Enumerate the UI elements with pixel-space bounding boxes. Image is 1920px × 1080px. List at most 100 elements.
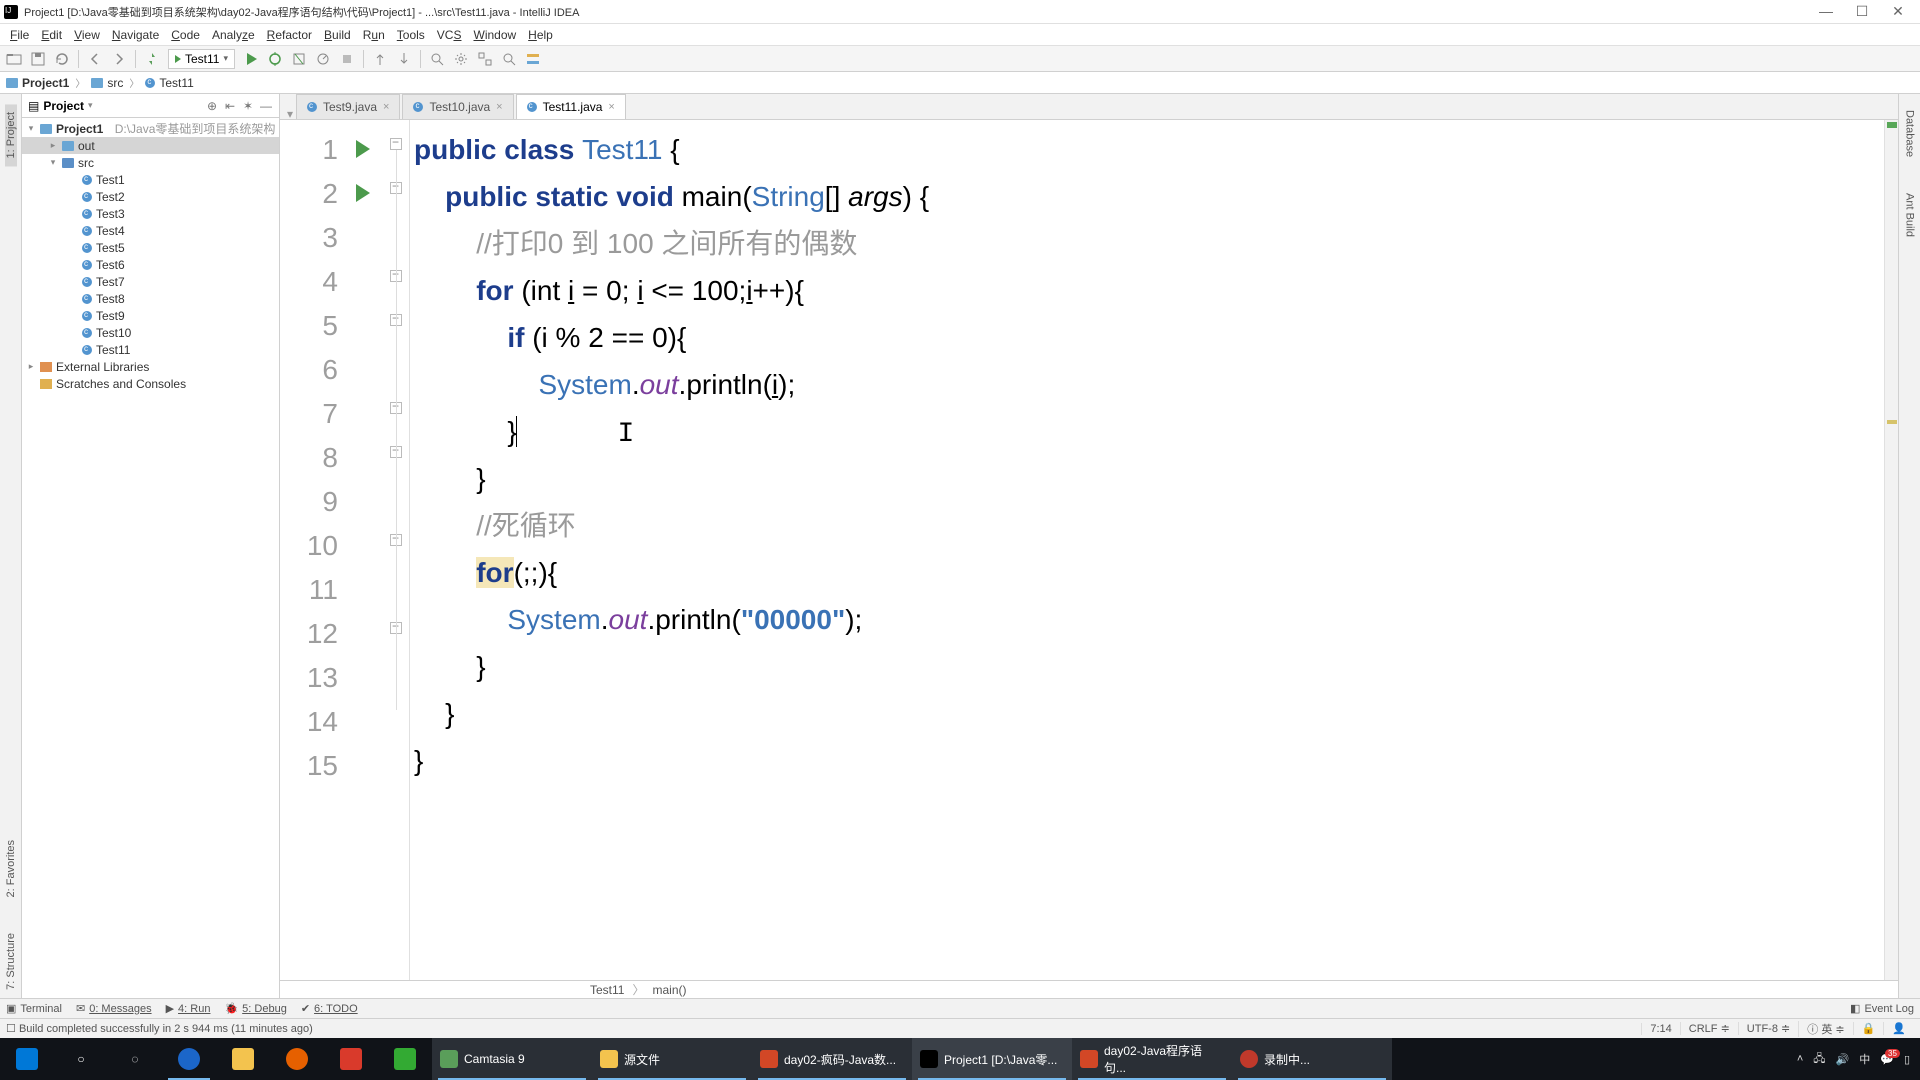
misc-button[interactable] — [378, 1038, 432, 1080]
code-editor[interactable]: 123456789101112131415 public class Test1… — [280, 120, 1898, 980]
caret-position[interactable]: 7:14 — [1641, 1023, 1679, 1035]
tree-root[interactable]: ▾Project1 D:\Java零基础到项目系统架构 — [22, 120, 279, 137]
start-button[interactable] — [0, 1038, 54, 1080]
tab-database[interactable]: Database — [1904, 102, 1916, 165]
error-stripe[interactable] — [1884, 120, 1898, 980]
close-icon[interactable]: × — [383, 101, 389, 113]
tree-file[interactable]: Test5 — [22, 239, 279, 256]
tw-messages[interactable]: ✉ 0: Messages — [76, 1002, 152, 1015]
forward-icon[interactable] — [111, 51, 127, 67]
tab-test11[interactable]: Test11.java× — [516, 94, 626, 119]
gear-icon[interactable]: ✶ — [241, 99, 255, 113]
menu-run[interactable]: Run — [357, 26, 391, 44]
more-icon[interactable] — [525, 51, 541, 67]
line-ending[interactable]: CRLF ≑ — [1680, 1022, 1738, 1035]
edge-button[interactable] — [162, 1038, 216, 1080]
menu-help[interactable]: Help — [522, 26, 559, 44]
task-ppt[interactable]: day02-疯码-Java数... — [752, 1038, 912, 1080]
tray-ime-icon[interactable]: 中 — [1859, 1051, 1870, 1067]
tray-desktop-icon[interactable]: ▯ — [1904, 1053, 1910, 1066]
crumb-project[interactable]: Project1 — [6, 76, 69, 90]
crumb-method[interactable]: main() — [652, 983, 686, 997]
profile-button[interactable] — [315, 51, 331, 67]
structure-icon[interactable] — [477, 51, 493, 67]
stop-button[interactable] — [339, 51, 355, 67]
coverage-button[interactable] — [291, 51, 307, 67]
minimize-button[interactable]: — — [1816, 3, 1836, 20]
tree-file[interactable]: Test11 — [22, 341, 279, 358]
search-icon[interactable] — [429, 51, 445, 67]
wps-button[interactable] — [324, 1038, 378, 1080]
menu-file[interactable]: File — [4, 26, 35, 44]
target-icon[interactable]: ⊕ — [205, 99, 219, 113]
inspect-icon[interactable]: 👤 — [1883, 1022, 1914, 1035]
tw-debug[interactable]: 🐞 5: Debug — [224, 1002, 286, 1015]
debug-button[interactable] — [267, 51, 283, 67]
ime-status[interactable]: ⓘ 英 ≑ — [1798, 1021, 1852, 1037]
menu-window[interactable]: Window — [467, 26, 522, 44]
back-icon[interactable] — [87, 51, 103, 67]
tray-chevron-icon[interactable]: ˄ — [1797, 1053, 1803, 1065]
tw-eventlog[interactable]: ◧ Event Log — [1850, 1002, 1914, 1015]
project-tree[interactable]: ▾Project1 D:\Java零基础到项目系统架构 ▸out ▾src Te… — [22, 118, 279, 998]
tree-libs[interactable]: ▸External Libraries — [22, 358, 279, 375]
run-button[interactable] — [243, 51, 259, 67]
tw-todo[interactable]: ✔ 6: TODO — [301, 1002, 358, 1015]
task-folder[interactable]: 源文件 — [592, 1038, 752, 1080]
menu-code[interactable]: Code — [165, 26, 206, 44]
tw-run[interactable]: ▶ 4: Run — [166, 1002, 211, 1015]
tab-test9[interactable]: Test9.java× — [296, 94, 400, 119]
menu-refactor[interactable]: Refactor — [261, 26, 318, 44]
search-button[interactable]: ○ — [54, 1038, 108, 1080]
tab-project[interactable]: 1: Project — [5, 104, 17, 166]
save-icon[interactable] — [30, 51, 46, 67]
warning-mark[interactable] — [1887, 420, 1897, 424]
cortana-button[interactable]: ◌ — [108, 1038, 162, 1080]
tab-ant[interactable]: Ant Build — [1904, 185, 1916, 245]
vcs-commit-icon[interactable] — [396, 51, 412, 67]
menu-analyze[interactable]: Analyze — [206, 26, 261, 44]
tree-folder-src[interactable]: ▾src — [22, 154, 279, 171]
code-text[interactable]: public class Test11 { public static void… — [410, 120, 1884, 980]
menu-tools[interactable]: Tools — [391, 26, 431, 44]
task-rec[interactable]: 录制中... — [1232, 1038, 1392, 1080]
close-button[interactable]: ✕ — [1888, 3, 1908, 20]
hide-icon[interactable]: — — [259, 99, 273, 113]
tray-net-icon[interactable]: 🖧 — [1813, 1050, 1825, 1069]
refresh-icon[interactable] — [54, 51, 70, 67]
tree-folder-out[interactable]: ▸out — [22, 137, 279, 154]
tray-notify-icon[interactable]: 💬35 — [1880, 1053, 1894, 1066]
open-icon[interactable] — [6, 51, 22, 67]
tree-file[interactable]: Test3 — [22, 205, 279, 222]
firefox-button[interactable] — [270, 1038, 324, 1080]
fold-icon[interactable] — [390, 138, 402, 150]
menu-edit[interactable]: Edit — [35, 26, 68, 44]
explorer-button[interactable] — [216, 1038, 270, 1080]
tab-favorites[interactable]: 2: Favorites — [5, 832, 17, 905]
maximize-button[interactable]: ☐ — [1852, 3, 1872, 20]
encoding[interactable]: UTF-8 ≑ — [1738, 1022, 1798, 1035]
task-camtasia[interactable]: Camtasia 9 — [432, 1038, 592, 1080]
tree-file[interactable]: Test6 — [22, 256, 279, 273]
chevron-down-icon[interactable]: ▾ — [88, 100, 93, 111]
task-ppt2[interactable]: day02-Java程序语句... — [1072, 1038, 1232, 1080]
tree-scratches[interactable]: Scratches and Consoles — [22, 375, 279, 392]
lock-icon[interactable]: 🔒 — [1853, 1022, 1884, 1035]
tree-file[interactable]: Test1 — [22, 171, 279, 188]
tree-file[interactable]: Test7 — [22, 273, 279, 290]
tab-list-icon[interactable]: ▾ — [284, 107, 296, 119]
menu-build[interactable]: Build — [318, 26, 357, 44]
tray-vol-icon[interactable]: 🔊 — [1836, 1053, 1850, 1066]
tree-file[interactable]: Test2 — [22, 188, 279, 205]
close-icon[interactable]: × — [496, 101, 502, 113]
crumb-class[interactable]: Test11 — [590, 983, 624, 997]
vcs-update-icon[interactable] — [372, 51, 388, 67]
menu-vcs[interactable]: VCS — [431, 26, 468, 44]
build-icon[interactable] — [144, 51, 160, 67]
tree-file[interactable]: Test4 — [22, 222, 279, 239]
settings-icon[interactable] — [453, 51, 469, 67]
find-icon[interactable] — [501, 51, 517, 67]
close-icon[interactable]: × — [608, 101, 614, 113]
tw-terminal[interactable]: ▣ Terminal — [6, 1002, 62, 1015]
task-idea[interactable]: Project1 [D:\Java零... — [912, 1038, 1072, 1080]
